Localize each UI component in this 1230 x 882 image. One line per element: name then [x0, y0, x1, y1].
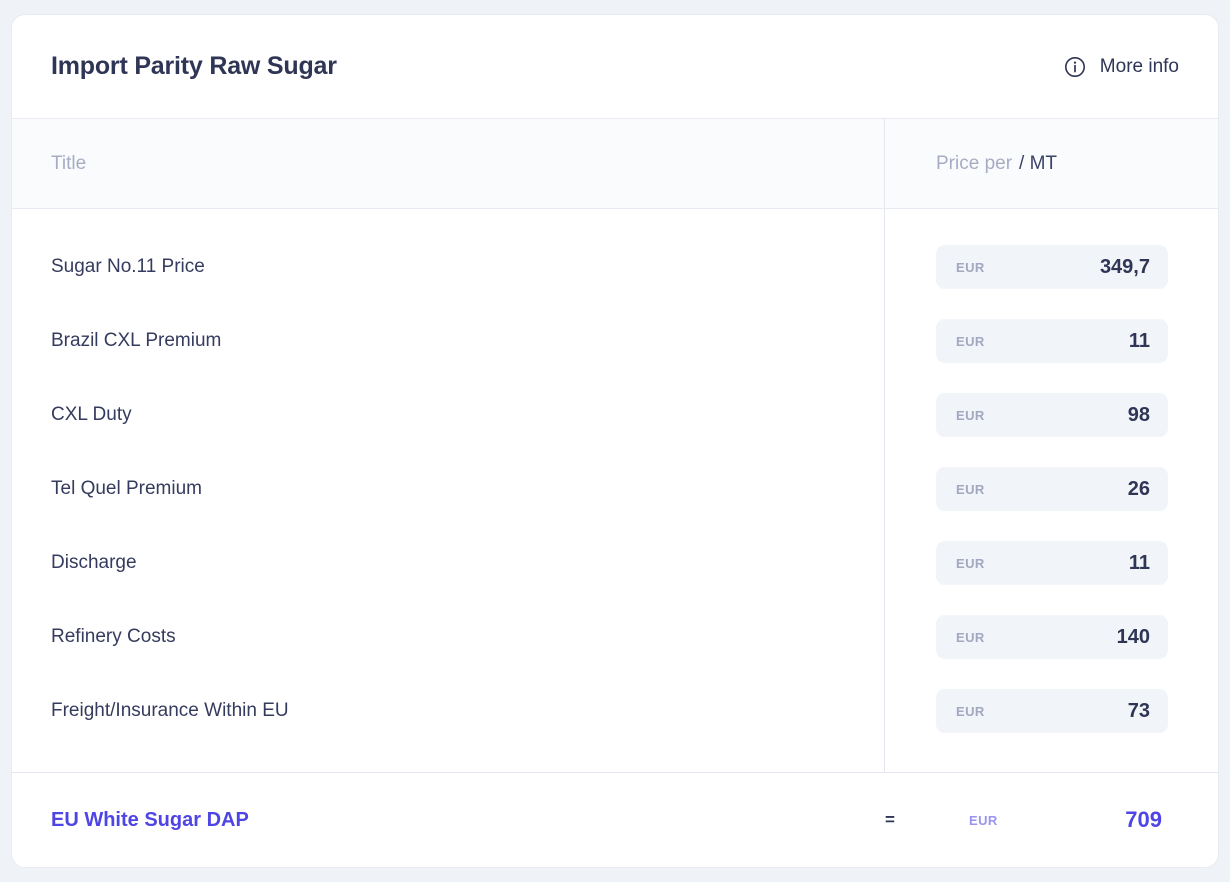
price-currency: EUR [956, 481, 985, 497]
table-labels-column: Sugar No.11 Price Brazil CXL Premium CXL D… [12, 209, 885, 772]
card-header: Import Parity Raw Sugar More info [12, 15, 1218, 119]
table-row-label: Brazil CXL Premium [51, 330, 222, 351]
table-body: Sugar No.11 Price Brazil CXL Premium CXL D… [12, 209, 1218, 772]
column-header-title: Title [12, 119, 885, 208]
column-header-price-label: Price per [936, 152, 1013, 174]
table-header-row: Title Price per / MT [12, 119, 1218, 209]
total-currency: EUR [969, 812, 998, 828]
price-amount: 26 [1127, 477, 1150, 500]
table-row-label: Freight/Insurance Within EU [51, 700, 289, 721]
table-row-label: Sugar No.11 Price [51, 256, 205, 277]
total-row: EU White Sugar DAP = EUR 709 [12, 772, 1218, 867]
column-header-price-unit: / MT [1019, 152, 1058, 174]
table-row-value: EUR 11 [885, 304, 1218, 378]
table-row-label: Refinery Costs [51, 626, 176, 647]
price-currency: EUR [956, 629, 985, 645]
price-pill: EUR 140 [936, 615, 1168, 659]
table-row-value: EUR 11 [885, 526, 1218, 600]
table-row-value: EUR 349,7 [885, 230, 1218, 304]
price-currency: EUR [956, 703, 985, 719]
total-operator: = [885, 810, 895, 829]
price-pill: EUR 11 [936, 319, 1168, 363]
table-values-column: EUR 349,7 EUR 11 EUR 98 EUR 26 EUR 11 EUR 140 EUR 73 [885, 209, 1218, 772]
price-pill: EUR 73 [936, 689, 1168, 733]
price-amount: 140 [1116, 625, 1150, 648]
table-row-value: EUR 73 [885, 674, 1218, 748]
column-header-price: Price per / MT [885, 119, 1218, 208]
total-amount: 709 [1125, 807, 1162, 832]
import-parity-card: Import Parity Raw Sugar More info Title … [11, 14, 1219, 868]
price-pill: EUR 349,7 [936, 245, 1168, 289]
table-row-value: EUR 98 [885, 378, 1218, 452]
price-currency: EUR [956, 407, 985, 423]
table-row-value: EUR 140 [885, 600, 1218, 674]
table-row-label: Discharge [51, 552, 137, 573]
price-pill: EUR 98 [936, 393, 1168, 437]
price-currency: EUR [956, 259, 985, 275]
table-row-label: Tel Quel Premium [51, 478, 202, 499]
price-amount: 11 [1128, 551, 1150, 574]
price-amount: 73 [1127, 699, 1150, 722]
table-row-label: CXL Duty [51, 404, 132, 425]
price-currency: EUR [956, 333, 985, 349]
more-info-button[interactable]: More info [1064, 56, 1179, 78]
price-amount: 98 [1127, 403, 1150, 426]
more-info-label: More info [1099, 55, 1179, 77]
table-row-value: EUR 26 [885, 452, 1218, 526]
price-pill: EUR 26 [936, 467, 1168, 511]
info-circle-icon [1064, 56, 1086, 78]
price-pill: EUR 11 [936, 541, 1168, 585]
column-header-title-label: Title [51, 152, 87, 174]
price-currency: EUR [956, 555, 985, 571]
page-title: Import Parity Raw Sugar [51, 52, 337, 80]
price-amount: 349,7 [1099, 255, 1150, 278]
price-amount: 11 [1128, 329, 1150, 352]
total-label[interactable]: EU White Sugar DAP [51, 809, 249, 832]
